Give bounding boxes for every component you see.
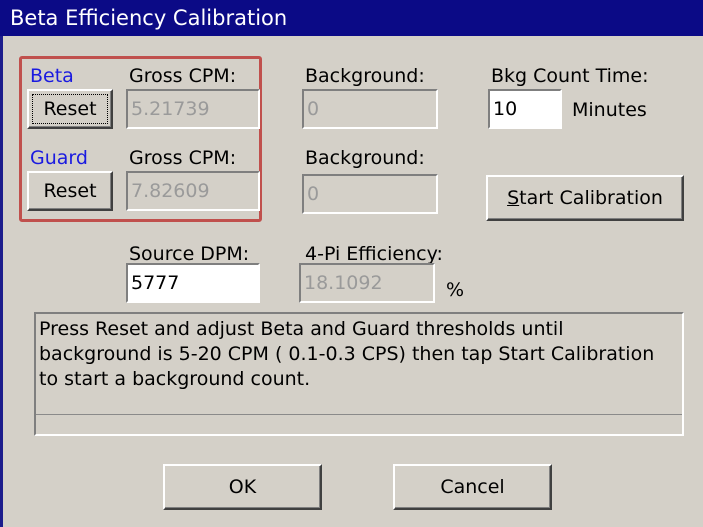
calibration-window: Beta Efficiency Calibration Beta Gross C… [0,0,703,527]
bkg-count-time-label: Bkg Count Time: [491,65,649,87]
beta-label: Beta [30,65,74,87]
window-left-edge [0,36,3,527]
beta-background-label: Background: [305,65,425,87]
window-title: Beta Efficiency Calibration [10,6,288,30]
guard-background-label: Background: [305,147,425,169]
title-bar: Beta Efficiency Calibration [0,0,703,36]
beta-gross-cpm-label: Gross CPM: [129,65,237,87]
guard-label: Guard [30,147,88,169]
start-calibration-mnemonic: S [507,187,520,209]
guard-gross-cpm-field[interactable]: 7.82609 [126,171,260,211]
status-bar [36,414,682,435]
guard-reset-button[interactable]: Reset [27,171,113,211]
start-calibration-label: tart Calibration [519,187,663,209]
ok-button[interactable]: OK [163,464,322,510]
instructions-box: Press Reset and adjust Beta and Guard th… [34,312,684,436]
instructions-text: Press Reset and adjust Beta and Guard th… [39,318,655,390]
percent-label: % [446,279,465,301]
beta-gross-cpm-field[interactable]: 5.21739 [126,89,260,129]
guard-background-field[interactable]: 0 [302,174,438,214]
minutes-label: Minutes [572,99,647,121]
source-dpm-input[interactable]: 5777 [126,263,260,303]
cancel-button[interactable]: Cancel [393,464,552,510]
beta-background-field[interactable]: 0 [302,89,438,129]
bkg-count-time-input[interactable]: 10 [488,89,562,129]
efficiency-field[interactable]: 18.1092 [299,263,435,303]
guard-gross-cpm-label: Gross CPM: [129,147,237,169]
beta-reset-button[interactable]: Reset [27,89,113,129]
start-calibration-button[interactable]: Start Calibration [486,175,684,221]
